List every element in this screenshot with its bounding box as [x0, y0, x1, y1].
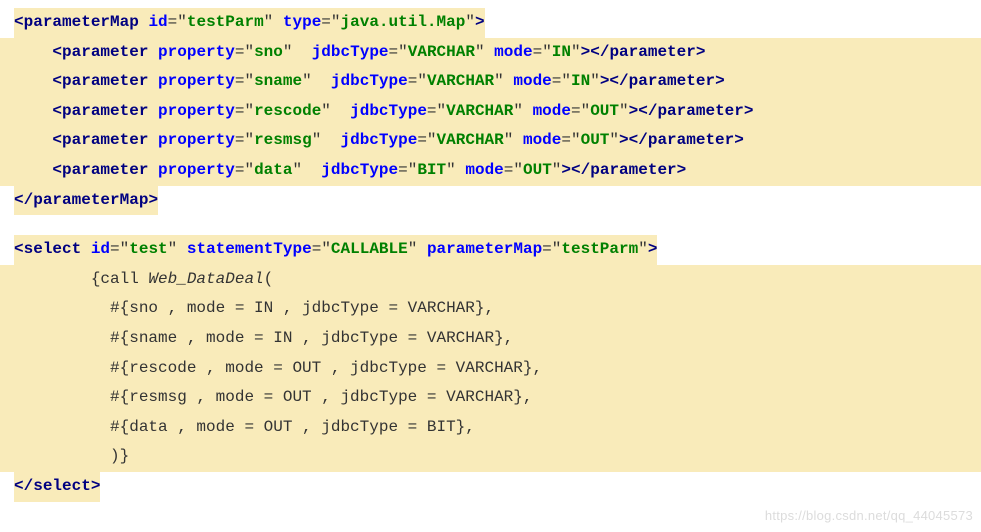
- parameter-line: <parameter property="rescode" jdbcType="…: [0, 97, 981, 127]
- val-callable: CALLABLE: [331, 240, 408, 258]
- select-block: <select id="test" statementType="CALLABL…: [0, 235, 981, 501]
- select-open-line: <select id="test" statementType="CALLABL…: [0, 235, 981, 265]
- slash: /: [24, 477, 34, 495]
- attr-statementtype: statementType: [187, 240, 312, 258]
- call-body-line: #{sno , mode = IN , jdbcType = VARCHAR},: [0, 294, 981, 324]
- val-javautilmap: java.util.Map: [341, 13, 466, 31]
- call-body-line: )}: [0, 442, 981, 472]
- select-close-line: </select>: [0, 472, 981, 502]
- call-body-line: #{data , mode = OUT , jdbcType = BIT},: [0, 413, 981, 443]
- parametermap-close-line: </parameterMap>: [0, 186, 981, 216]
- val-test: test: [129, 240, 167, 258]
- attr-parametermap: parameterMap: [427, 240, 542, 258]
- parameter-lines: <parameter property="sno" jdbcType="VARC…: [0, 38, 981, 186]
- paren: (: [264, 270, 274, 288]
- gt: >: [648, 240, 658, 258]
- parameter-map-block: <parameterMap id="testParm" type="java.u…: [0, 8, 981, 215]
- call-fn: Web_DataDeal: [148, 270, 263, 288]
- call-line: {call Web_DataDeal(: [0, 265, 981, 295]
- call-body-line: #{rescode , mode = OUT , jdbcType = VARC…: [0, 354, 981, 384]
- parametermap-open-line: <parameterMap id="testParm" type="java.u…: [0, 8, 981, 38]
- q: ": [465, 13, 475, 31]
- tag-parametermap-close: parameterMap: [33, 191, 148, 209]
- tag-select: select: [24, 240, 82, 258]
- lt: <: [14, 240, 24, 258]
- tag-select-close: select: [33, 477, 91, 495]
- call-open: {call: [14, 270, 148, 288]
- lt: <: [14, 477, 24, 495]
- call-body-line: #{resmsg , mode = OUT , jdbcType = VARCH…: [0, 383, 981, 413]
- lt: <: [14, 191, 24, 209]
- gt: >: [475, 13, 485, 31]
- call-body-lines: #{sno , mode = IN , jdbcType = VARCHAR},…: [0, 294, 981, 472]
- val-testparm: testParm: [561, 240, 638, 258]
- call-body-line: #{sname , mode = IN , jdbcType = VARCHAR…: [0, 324, 981, 354]
- attr-id: id: [148, 13, 167, 31]
- parameter-line: <parameter property="sno" jdbcType="VARC…: [0, 38, 981, 68]
- lt: <: [14, 13, 24, 31]
- tag-parametermap: parameterMap: [24, 13, 139, 31]
- parameter-line: <parameter property="resmsg" jdbcType="V…: [0, 126, 981, 156]
- eq: =: [321, 13, 331, 31]
- q: ": [177, 13, 187, 31]
- attr-type: type: [283, 13, 321, 31]
- eq: =: [168, 13, 178, 31]
- parameter-line: <parameter property="sname" jdbcType="VA…: [0, 67, 981, 97]
- attr-id: id: [91, 240, 110, 258]
- gt: >: [148, 191, 158, 209]
- q: ": [331, 13, 341, 31]
- q: ": [264, 13, 274, 31]
- slash: /: [24, 191, 34, 209]
- parameter-line: <parameter property="data" jdbcType="BIT…: [0, 156, 981, 186]
- watermark: https://blog.csdn.net/qq_44045573: [765, 504, 973, 528]
- val-testparm: testParm: [187, 13, 264, 31]
- gt: >: [91, 477, 101, 495]
